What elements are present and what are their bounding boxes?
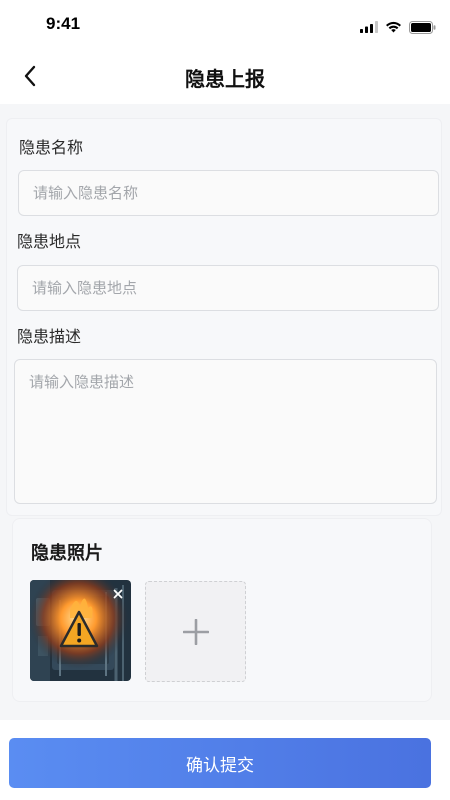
nav-bar: 隐患上报 [0,48,450,104]
form-content: 隐患名称 隐患地点 隐患描述 隐患照片 [0,104,450,720]
photo-card: 隐患照片 [12,518,432,702]
status-bar: 9:41 [0,0,450,48]
hazard-location-label: 隐患地点 [17,232,82,251]
remove-photo-button[interactable] [109,585,127,603]
hazard-report-screen: 9:41 隐患上报 隐患名称 请输入隐患名称 隐患地点 请输入隐患地点 隐患描述… [0,0,450,800]
photo-section-title: 隐患照片 [31,543,103,564]
status-icons [360,19,436,35]
cellular-signal-icon [360,21,378,33]
hazard-description-label: 隐患描述 [17,327,82,346]
add-photo-button[interactable] [145,581,246,682]
battery-icon [409,20,436,34]
hazard-location-input[interactable] [17,265,439,311]
form-card: 隐患名称 隐患地点 隐患描述 [6,118,442,516]
page-title: 隐患上报 [185,67,265,91]
plus-icon [182,618,209,645]
hazard-name-label: 隐患名称 [19,138,84,157]
hazard-photo-thumbnail[interactable] [30,580,131,681]
hazard-description-textarea[interactable] [14,359,437,504]
hazard-name-input[interactable] [18,170,439,216]
status-time: 9:41 [46,14,81,33]
bottom-bar: 确认提交 [0,720,450,800]
wifi-icon [386,21,401,33]
close-icon [113,589,123,599]
submit-button[interactable]: 确认提交 [9,738,431,788]
